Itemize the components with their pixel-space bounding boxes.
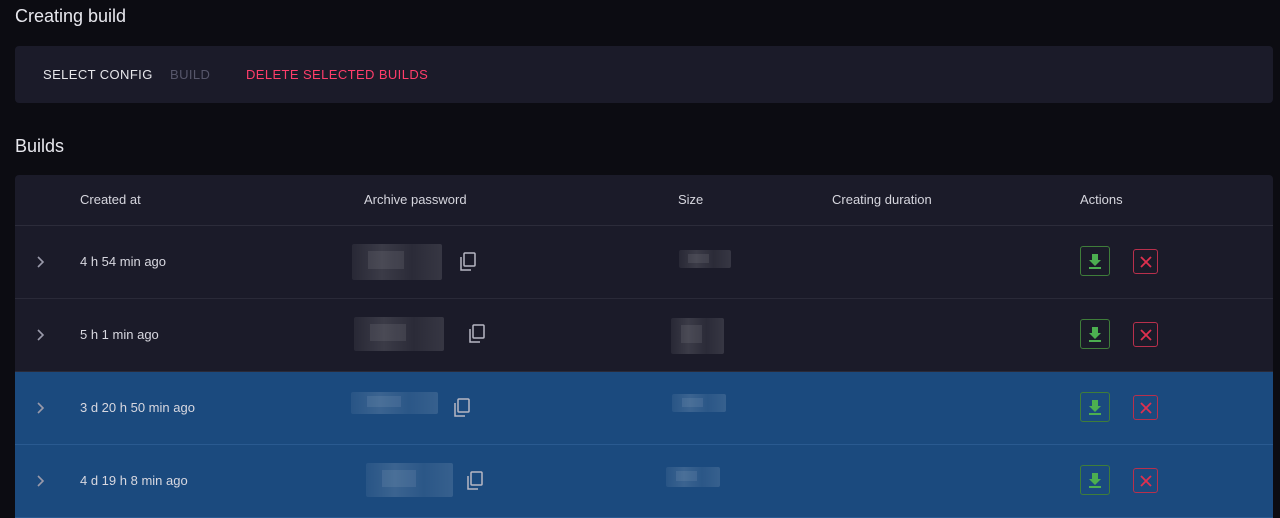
column-actions: Actions	[1080, 192, 1123, 207]
column-created-at: Created at	[80, 192, 141, 207]
created-at-cell: 3 d 20 h 50 min ago	[80, 400, 195, 415]
archive-password-redacted	[351, 392, 438, 414]
page-title: Creating build	[15, 6, 127, 26]
archive-password-redacted	[366, 463, 453, 497]
table-header: Created at Archive password Size Creatin…	[15, 175, 1273, 226]
download-button[interactable]	[1080, 246, 1110, 276]
builds-table: Created at Archive password Size Creatin…	[15, 175, 1273, 518]
download-button[interactable]	[1080, 392, 1110, 422]
archive-password-redacted	[354, 317, 444, 351]
chevron-right-icon[interactable]	[34, 253, 48, 271]
column-archive-password: Archive password	[364, 192, 467, 207]
chevron-right-icon[interactable]	[34, 472, 48, 490]
download-icon	[1089, 400, 1101, 415]
download-icon	[1089, 473, 1101, 488]
delete-build-button[interactable]	[1133, 395, 1158, 420]
copy-icon[interactable]	[453, 398, 471, 418]
build-toolbar: SELECT CONFIG BUILD DELETE SELECTED BUIL…	[15, 46, 1273, 103]
download-button[interactable]	[1080, 319, 1110, 349]
table-row[interactable]: 4 h 54 min ago	[15, 226, 1273, 299]
archive-password-redacted	[352, 244, 442, 280]
column-creating-duration: Creating duration	[832, 192, 932, 207]
download-icon	[1089, 327, 1101, 342]
created-at-cell: 4 h 54 min ago	[80, 254, 167, 269]
chevron-right-icon[interactable]	[34, 326, 48, 344]
page: Creating build SELECT CONFIG BUILD DELET…	[0, 0, 1280, 518]
close-icon	[1139, 255, 1152, 268]
created-at-cell: 4 d 19 h 8 min ago	[80, 473, 188, 488]
builds-title: Builds	[15, 136, 65, 156]
download-icon	[1089, 254, 1101, 269]
delete-build-button[interactable]	[1133, 322, 1158, 347]
table-row[interactable]: 4 d 19 h 8 min ago	[15, 445, 1273, 518]
close-icon	[1139, 474, 1152, 487]
created-at-cell: 5 h 1 min ago	[80, 327, 159, 342]
delete-build-button[interactable]	[1133, 468, 1158, 493]
size-redacted	[679, 250, 731, 268]
table-row[interactable]: 3 d 20 h 50 min ago	[15, 372, 1273, 445]
close-icon	[1139, 401, 1152, 414]
build-button[interactable]: BUILD	[170, 67, 210, 82]
copy-icon[interactable]	[459, 252, 477, 272]
size-redacted	[671, 318, 724, 354]
download-button[interactable]	[1080, 465, 1110, 495]
size-redacted	[672, 394, 726, 412]
table-row[interactable]: 5 h 1 min ago	[15, 299, 1273, 372]
delete-build-button[interactable]	[1133, 249, 1158, 274]
delete-selected-builds-button[interactable]: DELETE SELECTED BUILDS	[246, 67, 428, 82]
close-icon	[1139, 328, 1152, 341]
size-redacted	[666, 467, 720, 487]
chevron-right-icon[interactable]	[34, 399, 48, 417]
select-config-button[interactable]: SELECT CONFIG	[43, 67, 153, 82]
copy-icon[interactable]	[468, 324, 486, 344]
column-size: Size	[678, 192, 704, 207]
copy-icon[interactable]	[466, 471, 484, 491]
